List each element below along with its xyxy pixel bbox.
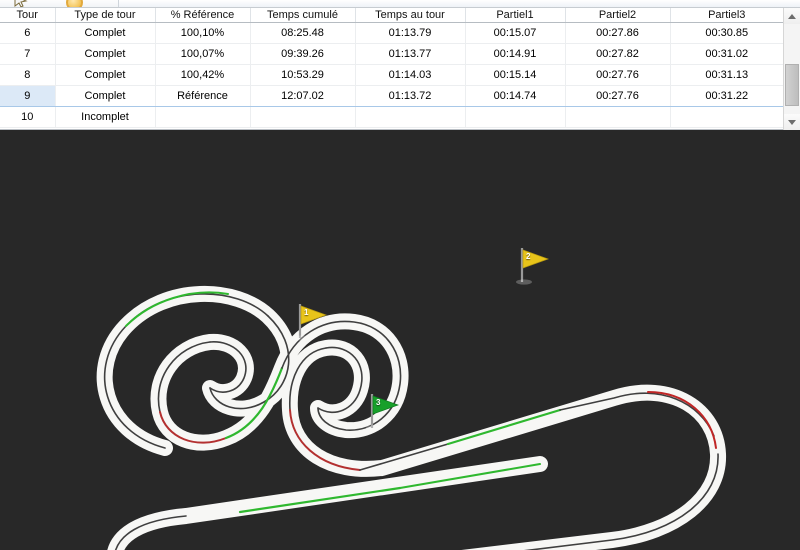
table-header-row: Tour Type de tour % Référence Temps cumu… bbox=[0, 8, 783, 23]
table-cell-partiel2[interactable]: 00:27.82 bbox=[565, 43, 671, 65]
table-cell-pct_reference[interactable] bbox=[155, 106, 251, 128]
table-cell-temps_au_tour[interactable]: 01:13.79 bbox=[355, 22, 466, 44]
scrollbar-thumb[interactable] bbox=[785, 64, 799, 106]
table-cell-type[interactable]: Incomplet bbox=[55, 106, 156, 128]
column-header-type[interactable]: Type de tour bbox=[55, 8, 156, 23]
table-cell-temps_au_tour[interactable] bbox=[355, 106, 466, 128]
column-header-partiel1[interactable]: Partiel1 bbox=[465, 8, 566, 23]
table-row[interactable]: 8 Complet 100,42% 10:53.29 01:14.03 00:15.14 0… bbox=[0, 64, 783, 86]
table-cell-pct_reference[interactable]: 100,10% bbox=[155, 22, 251, 44]
scroll-down-button[interactable] bbox=[784, 114, 800, 130]
table-cell-partiel2[interactable] bbox=[565, 106, 671, 128]
toolbar bbox=[0, 0, 800, 8]
table-cell-partiel1[interactable]: 00:15.14 bbox=[465, 64, 566, 86]
table-row[interactable]: 6 Complet 100,10% 08:25.48 01:13.79 00:15.07 0… bbox=[0, 22, 783, 44]
table-cell-temps_cumule[interactable]: 08:25.48 bbox=[250, 22, 356, 44]
table-row[interactable]: 10 Incomplet bbox=[0, 106, 783, 128]
table-row[interactable]: 7 Complet 100,07% 09:39.26 01:13.77 00:14.91 0… bbox=[0, 43, 783, 65]
table-row[interactable]: 9 Complet Référence 12:07.02 01:13.72 00:14.7… bbox=[0, 85, 783, 107]
table-vertical-scrollbar[interactable] bbox=[783, 8, 800, 130]
table-cell-tour[interactable]: 8 bbox=[0, 64, 56, 86]
sector-flag-3[interactable]: 3 bbox=[360, 388, 406, 434]
lap-table: Tour Type de tour % Référence Temps cumu… bbox=[0, 8, 800, 130]
cursor-icon[interactable] bbox=[14, 0, 28, 7]
column-header-partiel3[interactable]: Partiel3 bbox=[670, 8, 783, 23]
table-cell-temps_au_tour[interactable]: 01:13.72 bbox=[355, 85, 466, 107]
table-cell-type[interactable]: Complet bbox=[55, 43, 156, 65]
table-cell-temps_cumule[interactable]: 12:07.02 bbox=[250, 85, 356, 107]
toolbar-group bbox=[0, 0, 119, 7]
table-cell-type[interactable]: Complet bbox=[55, 85, 156, 107]
table-cell-partiel3[interactable]: 00:31.02 bbox=[670, 43, 783, 65]
table-cell-partiel3[interactable]: 00:31.22 bbox=[670, 85, 783, 107]
table-cell-partiel1[interactable]: 00:14.91 bbox=[465, 43, 566, 65]
table-cell-type[interactable]: Complet bbox=[55, 22, 156, 44]
table-cell-partiel3[interactable] bbox=[670, 106, 783, 128]
table-cell-partiel1[interactable]: 00:14.74 bbox=[465, 85, 566, 107]
lap-table-element: Tour Type de tour % Référence Temps cumu… bbox=[0, 8, 783, 128]
column-header-pct-reference[interactable]: % Référence bbox=[155, 8, 251, 23]
table-cell-partiel3[interactable]: 00:30.85 bbox=[670, 22, 783, 44]
table-cell-temps_cumule[interactable]: 10:53.29 bbox=[250, 64, 356, 86]
table-cell-partiel2[interactable]: 00:27.86 bbox=[565, 22, 671, 44]
track-ribbon bbox=[96, 286, 727, 550]
table-cell-partiel3[interactable]: 00:31.13 bbox=[670, 64, 783, 86]
table-cell-temps_cumule[interactable]: 09:39.26 bbox=[250, 43, 356, 65]
column-header-tour[interactable]: Tour bbox=[0, 8, 56, 23]
sector-flag-2[interactable]: 2 bbox=[510, 242, 556, 288]
table-cell-tour[interactable]: 10 bbox=[0, 106, 56, 128]
table-cell-tour[interactable]: 9 bbox=[0, 85, 56, 107]
table-cell-partiel1[interactable] bbox=[465, 106, 566, 128]
column-header-temps-cumule[interactable]: Temps cumulé bbox=[250, 8, 356, 23]
table-cell-temps_cumule[interactable] bbox=[250, 106, 356, 128]
table-cell-temps_au_tour[interactable]: 01:14.03 bbox=[355, 64, 466, 86]
table-cell-temps_au_tour[interactable]: 01:13.77 bbox=[355, 43, 466, 65]
chevron-down-icon bbox=[788, 119, 796, 125]
track-layout-svg bbox=[96, 286, 727, 550]
track-map-view[interactable]: 1 2 3 bbox=[0, 130, 800, 550]
scroll-up-button[interactable] bbox=[784, 8, 800, 24]
lap-table-scroll-area: Tour Type de tour % Référence Temps cumu… bbox=[0, 8, 783, 129]
table-cell-partiel2[interactable]: 00:27.76 bbox=[565, 64, 671, 86]
table-cell-pct_reference[interactable]: 100,07% bbox=[155, 43, 251, 65]
sector-flag-1[interactable]: 1 bbox=[288, 298, 334, 344]
chevron-up-icon bbox=[788, 13, 796, 19]
table-cell-partiel1[interactable]: 00:15.07 bbox=[465, 22, 566, 44]
circle-icon[interactable] bbox=[66, 0, 83, 7]
lap-timing-window: Tour Type de tour % Référence Temps cumu… bbox=[0, 0, 800, 550]
table-cell-type[interactable]: Complet bbox=[55, 64, 156, 86]
table-cell-tour[interactable]: 6 bbox=[0, 22, 56, 44]
table-cell-partiel2[interactable]: 00:27.76 bbox=[565, 85, 671, 107]
table-body: 6 Complet 100,10% 08:25.48 01:13.79 00:15.07 0… bbox=[0, 22, 783, 128]
table-cell-tour[interactable]: 7 bbox=[0, 43, 56, 65]
column-header-partiel2[interactable]: Partiel2 bbox=[565, 8, 671, 23]
table-cell-pct_reference[interactable]: 100,42% bbox=[155, 64, 251, 86]
table-cell-pct_reference[interactable]: Référence bbox=[155, 85, 251, 107]
column-header-temps-au-tour[interactable]: Temps au tour bbox=[355, 8, 466, 23]
